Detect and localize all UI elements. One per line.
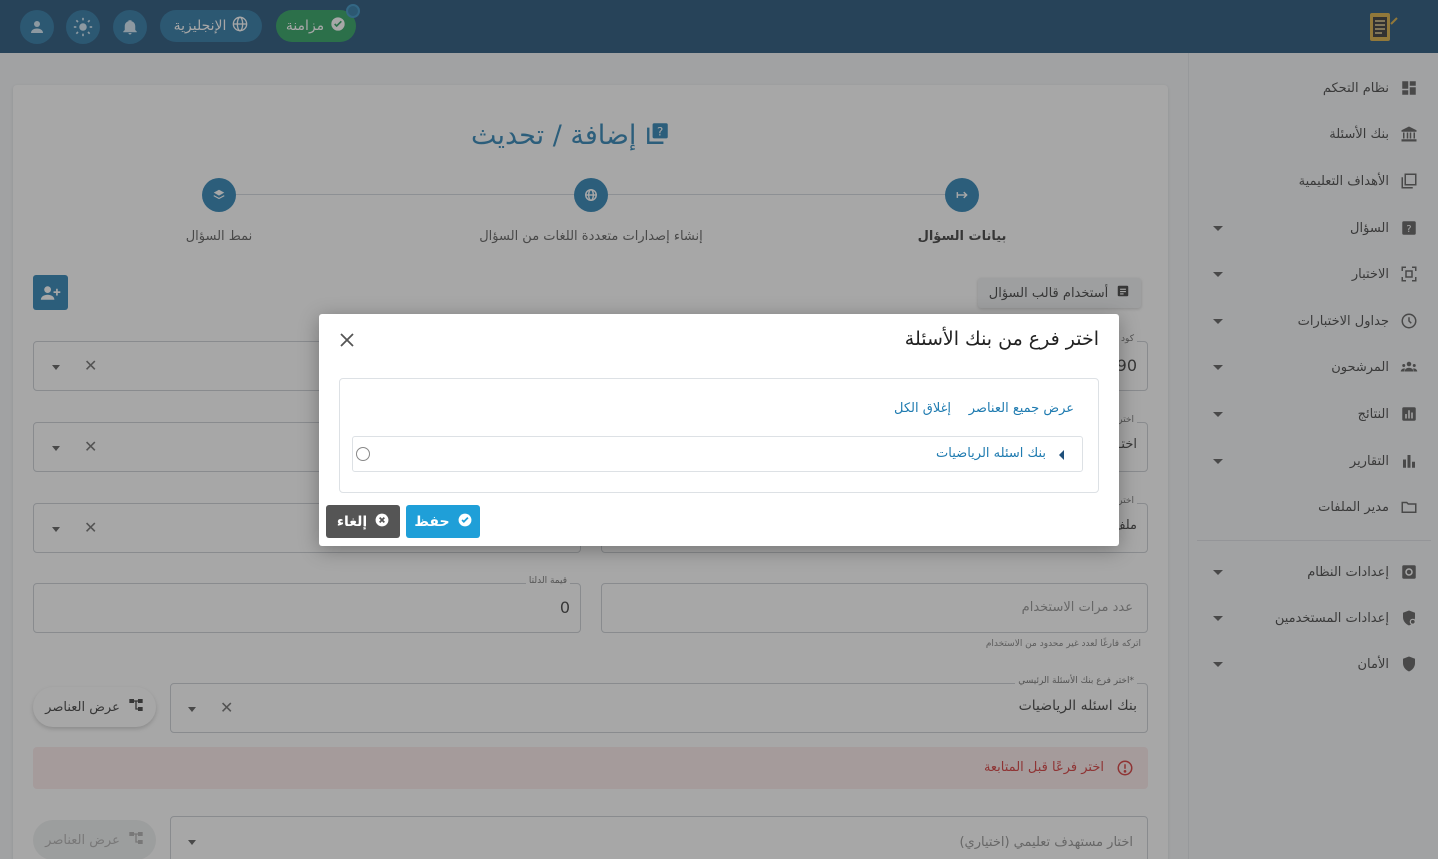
save-button[interactable]: حفظ (406, 505, 480, 538)
save-label: حفظ (414, 513, 450, 530)
tree-item[interactable]: بنك اسئله الرياضيات (352, 436, 1083, 472)
dialog-title: اختر فرع من بنك الأسئلة (904, 328, 1099, 350)
modal-backdrop-side (1188, 53, 1438, 859)
cancel-label: إلغاء (336, 513, 368, 530)
cancel-button[interactable]: إلغاء (326, 505, 400, 538)
tree-item-label: بنك اسئله الرياضيات (936, 446, 1046, 461)
caret-left-icon[interactable] (1059, 450, 1064, 460)
branch-picker-dialog: اختر فرع من بنك الأسئلة عرض جميع العناصر… (319, 314, 1119, 546)
collapse-all-link[interactable]: إغلاق الكل (894, 401, 951, 416)
tree-container: عرض جميع العناصر إغلاق الكل بنك اسئله ال… (339, 378, 1099, 493)
close-circle-icon (375, 513, 389, 531)
close-icon[interactable] (339, 332, 355, 348)
tree-item-radio[interactable] (356, 447, 370, 461)
modal-backdrop-top (0, 0, 1438, 53)
show-all-link[interactable]: عرض جميع العناصر (969, 401, 1074, 416)
check-circle-icon (458, 513, 472, 531)
